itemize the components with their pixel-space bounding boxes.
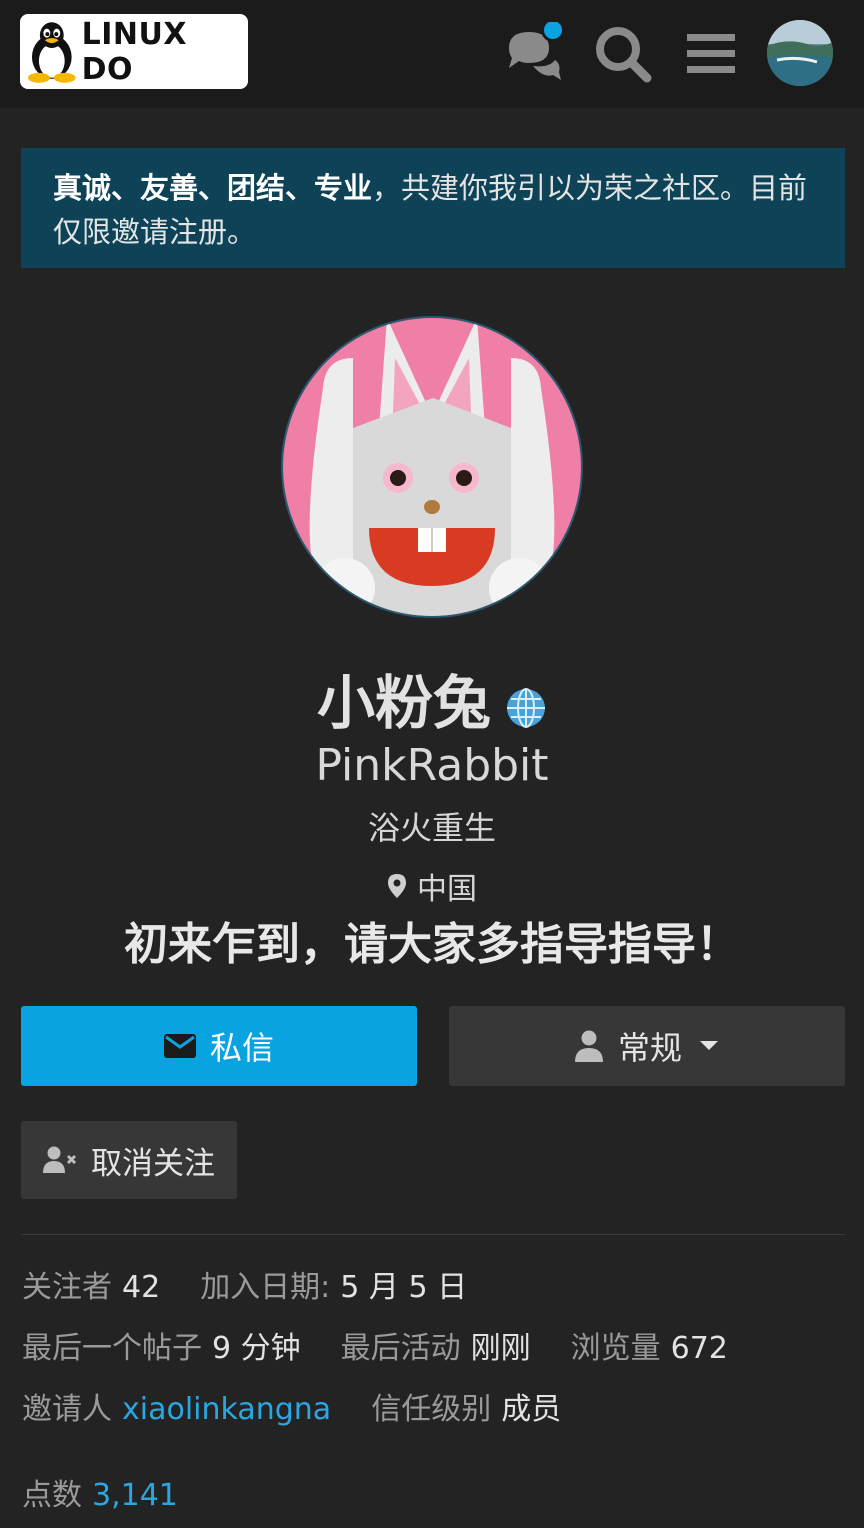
unfollow-button[interactable]: 取消关注 (21, 1121, 237, 1199)
location-text: 中国 (417, 872, 477, 907)
notification-level-dropdown[interactable]: 常规 (449, 1006, 845, 1086)
site-announcement-banner: 真诚、友善、团结、专业，共建你我引以为荣之社区。目前仅限邀请注册。 (21, 148, 845, 268)
stats-row-3: 邀请人 xiaolinkangna 信任级别 成员 (22, 1384, 601, 1428)
stat-trust-level: 信任级别 成员 (371, 1392, 562, 1427)
unfollow-button-label: 取消关注 (91, 1145, 215, 1182)
search-icon[interactable] (591, 22, 655, 86)
site-logo[interactable]: LINUX DO (20, 14, 248, 89)
site-header: LINUX DO (0, 0, 864, 108)
stat-views: 浏览量 672 (570, 1331, 728, 1366)
stats-row-1: 关注者 42 加入日期: 5 月 5 日 (22, 1262, 507, 1306)
profile-username: PinkRabbit (315, 740, 549, 791)
divider (21, 1234, 845, 1235)
stat-invited-by: 邀请人 xiaolinkangna (22, 1392, 332, 1427)
profile-title: 浴火重生 (367, 809, 496, 847)
profile-display-name: 小粉兔 (316, 669, 491, 737)
envelope-icon (163, 1034, 196, 1058)
message-button-label: 私信 (209, 1029, 274, 1067)
profile-location: 中国 (0, 864, 864, 908)
profile-avatar (283, 318, 581, 616)
globe-icon (507, 688, 545, 728)
user-icon (574, 1030, 603, 1062)
user-times-icon (43, 1146, 77, 1173)
points-link[interactable]: 3,141 (92, 1478, 178, 1513)
landscape-avatar-image (767, 20, 833, 86)
map-marker-icon (388, 874, 406, 898)
logo-text: LINUX DO (81, 16, 187, 87)
penguin-icon (27, 21, 76, 83)
caret-down-icon (700, 1041, 718, 1050)
stat-followers[interactable]: 关注者 42 (22, 1262, 160, 1306)
stat-last-activity: 最后活动 刚刚 (340, 1331, 531, 1366)
message-button[interactable]: 私信 (21, 1006, 417, 1086)
stats-row-4: 点数 3,141 (22, 1470, 218, 1514)
profile-name-row: 小粉兔 (0, 656, 864, 740)
banner-bold-text: 真诚、友善、团结、专业 (53, 171, 373, 205)
stat-points: 点数 3,141 (22, 1478, 178, 1513)
pink-rabbit-avatar-image (283, 318, 581, 616)
invited-by-link[interactable]: xiaolinkangna (122, 1392, 331, 1427)
notification-level-label: 常规 (617, 1029, 682, 1067)
profile-bio: 初来乍到，请大家多指导指导！ (124, 919, 740, 970)
stats-row-2: 最后一个帖子 9 分钟 最后活动 刚刚 浏览量 672 (22, 1323, 768, 1367)
stat-joined: 加入日期: 5 月 5 日 (200, 1270, 468, 1305)
current-user-avatar[interactable] (767, 20, 833, 86)
chat-bubbles-icon[interactable] (503, 22, 567, 86)
hamburger-menu-icon[interactable] (679, 22, 743, 86)
stat-last-post: 最后一个帖子 9 分钟 (22, 1331, 301, 1366)
